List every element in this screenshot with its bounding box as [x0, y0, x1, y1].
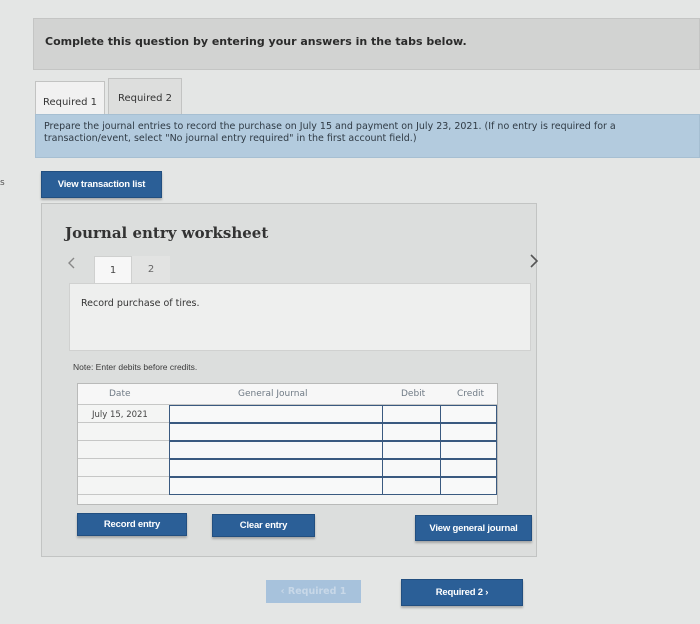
col-header-date: Date [109, 389, 131, 399]
question-header-text: Complete this question by entering your … [45, 35, 467, 48]
instructions-box: Prepare the journal entries to record th… [35, 114, 700, 158]
col-header-general-journal: General Journal [238, 389, 308, 399]
account-input[interactable] [170, 460, 383, 476]
col-header-credit: Credit [457, 389, 485, 399]
worksheet-title: Journal entry worksheet [65, 224, 269, 242]
journal-entry-table: Date General Journal Debit Credit July 1… [77, 383, 498, 505]
debit-input[interactable] [383, 442, 441, 458]
credit-input[interactable] [441, 460, 495, 476]
account-input[interactable] [170, 442, 383, 458]
view-general-journal-button[interactable]: View general journal [415, 515, 532, 541]
debit-input[interactable] [383, 460, 441, 476]
credit-input[interactable] [441, 478, 495, 494]
table-row [169, 441, 497, 459]
col-header-debit: Debit [401, 389, 426, 399]
entry-description: Record purchase of tires. [81, 298, 200, 309]
next-required-button[interactable]: Required 2 › [401, 579, 523, 606]
instructions-line-2: transaction/event, select "No journal en… [44, 133, 417, 144]
table-row [169, 423, 497, 441]
clear-entry-button[interactable]: Clear entry [212, 514, 315, 537]
table-row [169, 405, 497, 423]
view-transaction-list-button[interactable]: View transaction list [41, 171, 162, 198]
journal-entry-worksheet: Journal entry worksheet 1 2 Record purch… [41, 203, 539, 557]
tab-required-2[interactable]: Required 2 [108, 78, 182, 119]
instructions-line-1: Prepare the journal entries to record th… [44, 121, 616, 132]
entry-description-box: Record purchase of tires. [69, 283, 531, 351]
previous-required-button[interactable]: ‹ Required 1 [266, 580, 361, 603]
credit-input[interactable] [441, 424, 495, 440]
debit-input[interactable] [383, 406, 441, 422]
account-input[interactable] [170, 478, 383, 494]
credit-input[interactable] [441, 442, 495, 458]
worksheet-page-1[interactable]: 1 [94, 256, 132, 283]
question-header: Complete this question by entering your … [33, 18, 700, 70]
debit-input[interactable] [383, 424, 441, 440]
table-row [169, 477, 497, 495]
account-input[interactable] [170, 406, 383, 422]
chevron-right-icon[interactable] [529, 254, 539, 272]
account-input[interactable] [170, 424, 383, 440]
credit-input[interactable] [441, 406, 495, 422]
record-entry-button[interactable]: Record entry [77, 513, 187, 536]
debit-credit-note: Note: Enter debits before credits. [73, 362, 198, 372]
chevron-left-icon[interactable] [67, 257, 77, 273]
table-row [169, 459, 497, 477]
debit-input[interactable] [383, 478, 441, 494]
worksheet-page-2[interactable]: 2 [132, 256, 170, 283]
table-header: Date General Journal Debit Credit [78, 384, 497, 405]
edge-mark: s [0, 178, 5, 188]
row-1-date: July 15, 2021 [92, 410, 148, 420]
